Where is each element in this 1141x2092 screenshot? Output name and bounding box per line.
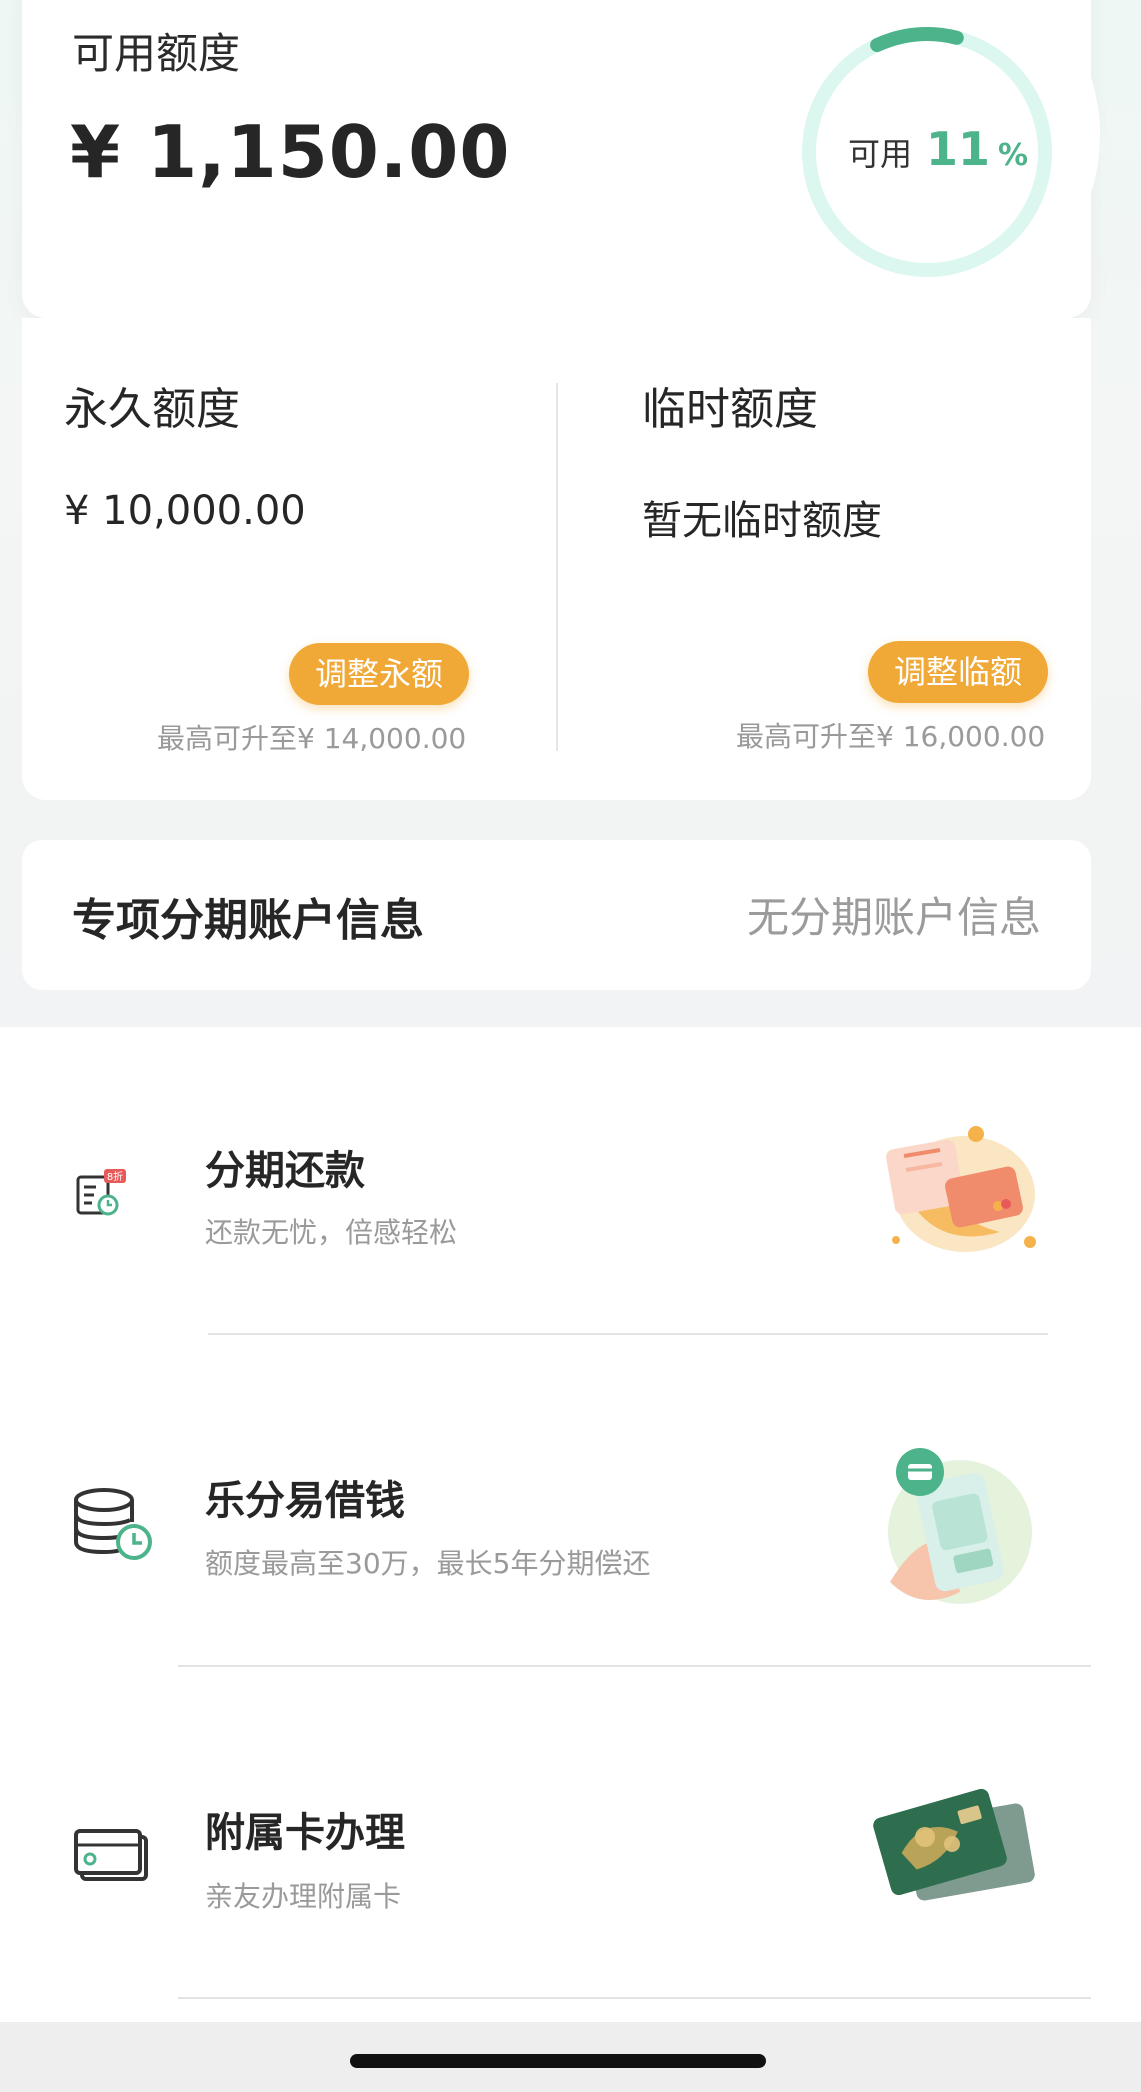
service-divider xyxy=(208,1333,1048,1335)
ring-unit: % xyxy=(998,138,1029,173)
service-title: 乐分易借钱 xyxy=(205,1478,405,1524)
service-subtitle: 额度最高至30万，最长5年分期偿还 xyxy=(205,1547,651,1580)
card-icon xyxy=(74,1829,148,1881)
installment-account-row[interactable]: 专项分期账户信息 无分期账户信息 xyxy=(22,840,1091,990)
service-title: 分期还款 xyxy=(205,1148,365,1194)
supplementary-card-illustration xyxy=(873,1788,1035,1901)
temporary-quota-title: 临时额度 xyxy=(642,384,818,435)
ring-label: 可用 xyxy=(848,135,913,173)
adjust-permanent-button[interactable]: 调整永额 xyxy=(289,643,470,705)
permanent-max-note: 最高可升至¥ 14,000.00 xyxy=(157,722,467,755)
service-subtitle: 还款无忧，倍感轻松 xyxy=(205,1216,458,1249)
installment-bill-icon: 8折 xyxy=(76,1169,126,1216)
permanent-quota-value: ¥ 10,000.00 xyxy=(64,488,306,534)
ring-percent: 11 xyxy=(926,122,991,176)
phone-loan-illustration xyxy=(888,1448,1032,1604)
coin-stack-clock-icon xyxy=(74,1488,152,1560)
installment-account-title: 专项分期账户信息 xyxy=(72,895,424,946)
service-title: 附属卡办理 xyxy=(205,1810,405,1856)
temporary-quota-value: 暂无临时额度 xyxy=(642,498,882,544)
bill-card-illustration xyxy=(886,1126,1036,1252)
home-indicator[interactable] xyxy=(350,2054,766,2068)
available-credit-label: 可用额度 xyxy=(72,29,241,78)
temporary-max-note: 最高可升至¥ 16,000.00 xyxy=(736,720,1046,753)
service-divider xyxy=(178,1997,1091,1999)
adjust-temporary-button[interactable]: 调整临额 xyxy=(868,641,1049,703)
available-credit-amount: ¥ 1,150.00 xyxy=(70,110,511,194)
discount-badge: 8折 xyxy=(107,1170,123,1183)
installment-account-status: 无分期账户信息 xyxy=(746,893,1041,942)
quota-divider xyxy=(556,383,558,751)
ring-text: 可用 11% xyxy=(848,122,1028,176)
service-subtitle: 亲友办理附属卡 xyxy=(205,1880,402,1913)
service-divider xyxy=(178,1665,1091,1667)
permanent-quota-title: 永久额度 xyxy=(64,384,240,435)
